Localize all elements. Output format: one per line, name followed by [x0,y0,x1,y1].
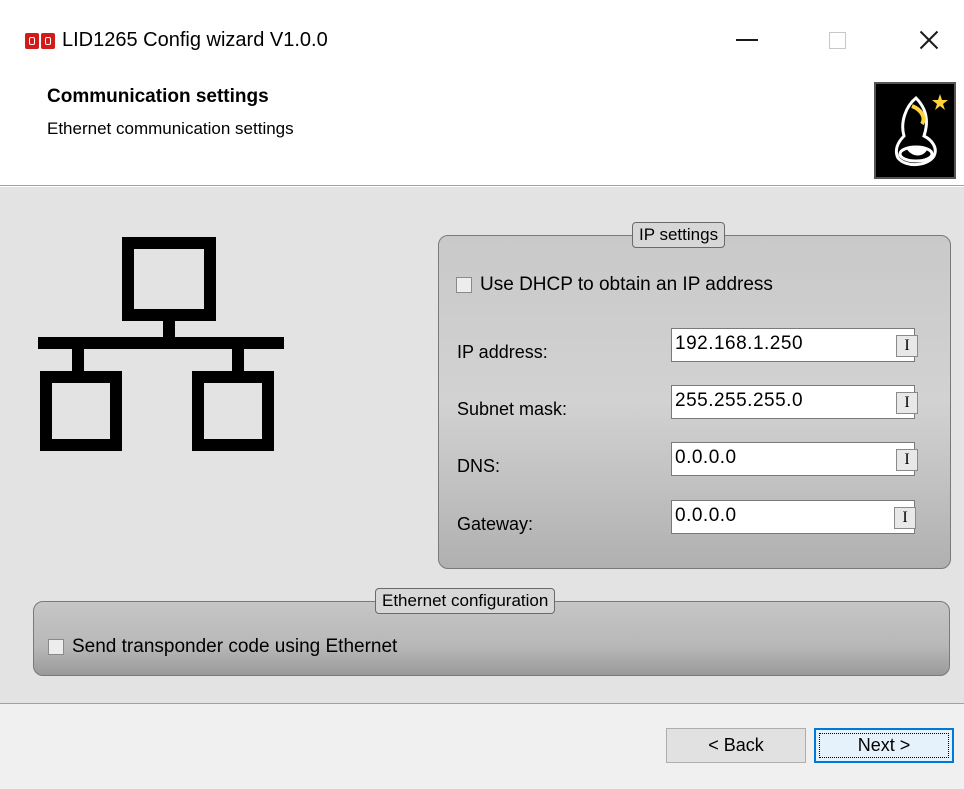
dhcp-option[interactable]: Use DHCP to obtain an IP address [456,274,773,296]
page-subtitle: Ethernet communication settings [47,119,294,138]
title-bar[interactable]: LID1265 Config wizard V1.0.0 [0,0,964,80]
wizard-hat-icon [874,82,956,179]
send-transponder-option[interactable]: Send transponder code using Ethernet [48,636,397,658]
dns-label: DNS: [457,456,501,476]
subnet-mask-input[interactable]: 255.255.255.0 [671,385,915,419]
wizard-window: LID1265 Config wizard V1.0.0 Communicati… [0,0,964,789]
window-title: LID1265 Config wizard V1.0.0 [62,29,328,51]
app-logo-icon [25,33,55,49]
maximize-icon [828,31,846,49]
gateway-label: Gateway: [457,514,534,534]
wizard-header: Communication settings Ethernet communic… [0,80,964,186]
dns-cursor-icon: I [896,449,918,471]
send-transponder-checkbox[interactable] [48,639,64,655]
content-panel: IP settings Use DHCP to obtain an IP add… [0,186,964,704]
gateway-cursor-icon: I [894,507,916,529]
dhcp-label: Use DHCP to obtain an IP address [480,274,773,295]
subnet-mask-cursor-icon: I [896,392,918,414]
ip-settings-group: IP settings Use DHCP to obtain an IP add… [438,222,951,569]
back-button[interactable]: < Back [666,728,806,763]
ip-settings-legend: IP settings [632,222,726,248]
minimize-button[interactable] [724,20,770,60]
close-button[interactable] [906,20,952,60]
gateway-input[interactable]: 0.0.0.0 [671,500,915,534]
maximize-button[interactable] [814,20,860,60]
subnet-mask-label: Subnet mask: [457,399,568,419]
minimize-icon [736,39,758,41]
focus-rectangle [819,733,949,758]
send-transponder-label: Send transponder code using Ethernet [72,636,398,657]
page-title: Communication settings [47,86,269,107]
close-icon [919,30,939,50]
next-button[interactable]: Next > [814,728,954,763]
dns-input[interactable]: 0.0.0.0 [671,442,915,476]
ip-address-label: IP address: [457,342,548,362]
network-icon [36,237,286,459]
ip-address-input[interactable]: 192.168.1.250 [671,328,915,362]
ethernet-config-group: Ethernet configuration Send transponder … [33,588,950,676]
dhcp-checkbox[interactable] [456,277,472,293]
ip-address-cursor-icon: I [896,335,918,357]
ethernet-config-legend: Ethernet configuration [375,588,556,614]
